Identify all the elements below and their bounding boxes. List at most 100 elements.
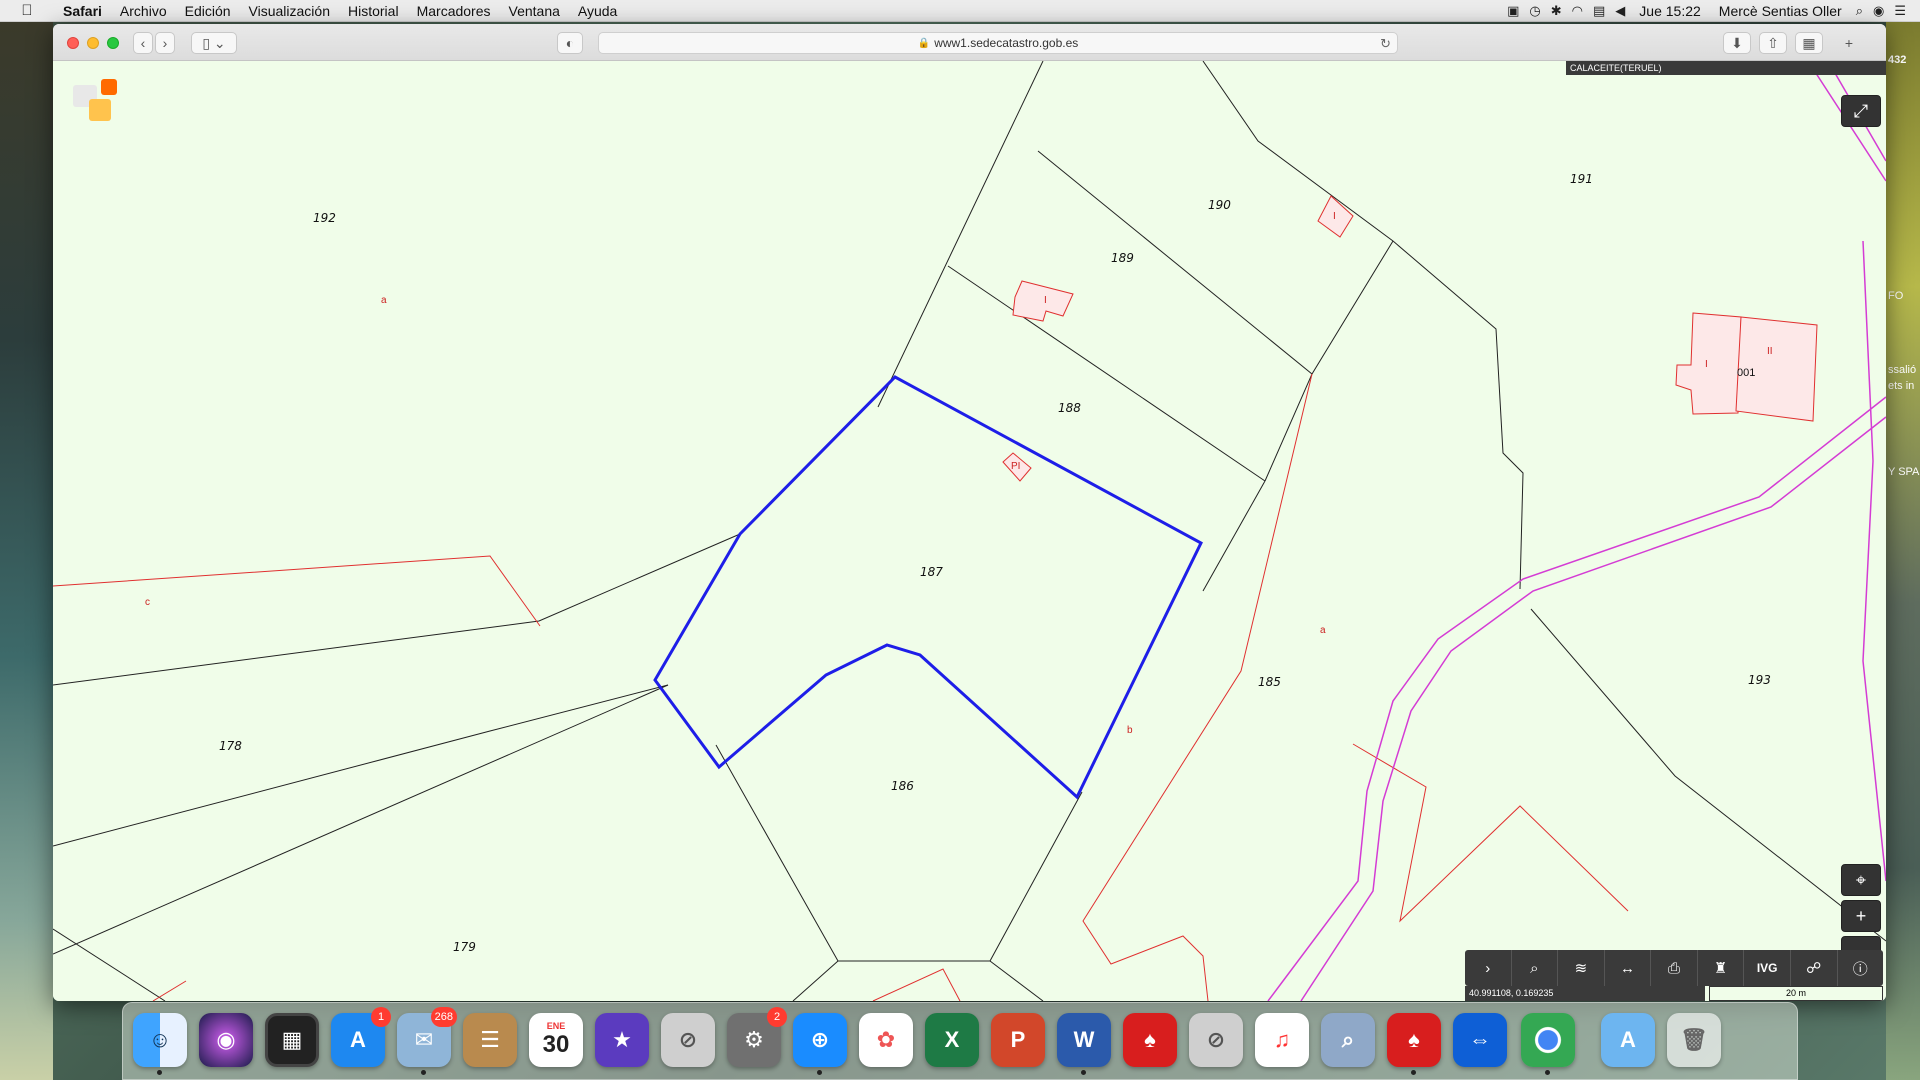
menu-historial[interactable]: Historial — [339, 3, 408, 19]
imovie-icon[interactable]: ★ — [595, 1013, 649, 1067]
time-machine-icon[interactable]: ◷ — [1529, 3, 1540, 19]
acrobat-icon[interactable]: ♠ — [1123, 1013, 1177, 1067]
trash-icon[interactable]: 🗑 — [1667, 1013, 1721, 1067]
clock[interactable]: Jue 15:22 — [1635, 3, 1705, 19]
building-label: 001 — [1737, 367, 1756, 379]
edge-number: 432 — [1888, 54, 1907, 66]
legend-tool-button[interactable]: ♜ — [1698, 950, 1745, 986]
photo-booth-icon[interactable]: ▦ — [265, 1013, 319, 1067]
volume-icon[interactable]: ◀ — [1615, 3, 1625, 19]
zoom-in-button[interactable]: + — [1841, 900, 1881, 932]
parcel-label-178[interactable]: 178 — [219, 739, 242, 753]
downloads-button[interactable]: ⬇ — [1723, 32, 1751, 54]
acrobat-2-icon[interactable]: ♠ — [1387, 1013, 1441, 1075]
close-window-button[interactable] — [67, 37, 79, 49]
parcel-label-190[interactable]: 190 — [1208, 198, 1231, 212]
desktop-text-1: FO — [1888, 290, 1904, 302]
layers-tool-button[interactable]: ≋ — [1558, 950, 1605, 986]
parcel-label-188[interactable]: 188 — [1058, 401, 1081, 415]
share-icon: ☍ — [1806, 960, 1822, 977]
minimize-window-button[interactable] — [87, 37, 99, 49]
address-bar[interactable]: 🔒 www1.sedecatastro.gob.es ↻ — [598, 32, 1398, 54]
desktop-text-4: Y SPA — [1888, 466, 1920, 478]
menu-marcadores[interactable]: Marcadores — [408, 3, 500, 19]
boundary-line — [715, 744, 990, 962]
menu-bar:  Safari Archivo Edición Visualización H… — [0, 0, 1920, 22]
mail-icon[interactable]: ✉ 268 — [397, 1007, 457, 1075]
measure-tool-button[interactable]: ↔ — [1605, 950, 1652, 986]
preview-icon[interactable]: ⌕ — [1321, 1013, 1375, 1067]
spotlight-icon[interactable]: ⌕ — [1856, 3, 1863, 19]
cadastral-map[interactable]: 192 191 190 189 188 187 186 185 178 179 … — [53, 61, 1886, 1001]
maximize-window-button[interactable] — [107, 37, 119, 49]
finder-icon[interactable]: ☺ — [133, 1013, 187, 1075]
info-tool-button[interactable]: ⓘ — [1838, 950, 1884, 986]
search-tool-button[interactable]: ⌕ — [1512, 950, 1559, 986]
system-preferences-icon[interactable]: ⚙ 2 — [727, 1007, 787, 1067]
menu-visualizacion[interactable]: Visualización — [240, 3, 339, 19]
chrome-icon[interactable] — [1521, 1013, 1575, 1075]
buildings — [1002, 195, 1818, 482]
teamviewer-icon[interactable]: ⇔ — [1453, 1013, 1507, 1067]
reload-icon[interactable]: ↻ — [1380, 36, 1391, 52]
apple-icon[interactable]:  — [0, 2, 54, 19]
powerpoint-icon[interactable]: P — [991, 1013, 1045, 1067]
print-tool-button[interactable]: ⎙ — [1651, 950, 1698, 986]
calendar-icon[interactable]: ENE 30 — [529, 1013, 583, 1067]
sidebar-button[interactable]: ▯ ⌄ — [191, 32, 237, 54]
download-icon: ⬇ — [1731, 34, 1743, 51]
tab-overview-button[interactable]: ▦ — [1795, 32, 1823, 54]
mail-badge: 268 — [430, 1007, 457, 1027]
safari-icon[interactable]: ⊕ — [793, 1013, 847, 1075]
user-name[interactable]: Mercè Sentias Oller — [1715, 3, 1846, 19]
expand-tool-button[interactable]: › — [1465, 950, 1512, 986]
notification-center-icon[interactable]: ☰ — [1894, 3, 1906, 19]
share-button[interactable]: ⇧ — [1759, 32, 1787, 54]
siri-app-icon[interactable]: ◉ — [199, 1013, 253, 1067]
menu-ventana[interactable]: Ventana — [500, 3, 569, 19]
privacy-report-button[interactable]: ◐ — [557, 32, 583, 54]
app-store-icon[interactable]: A1 — [331, 1007, 391, 1067]
parcel-layer[interactable] — [53, 61, 1886, 1001]
parcel-label-179[interactable]: 179 — [453, 940, 476, 954]
parcel-label-191[interactable]: 191 — [1570, 172, 1593, 186]
display-icon[interactable]: ▤ — [1593, 3, 1605, 19]
locate-button[interactable]: ⌖ — [1841, 864, 1881, 896]
parcel-label-186[interactable]: 186 — [891, 779, 914, 793]
word-icon[interactable]: W — [1057, 1013, 1111, 1075]
menu-safari[interactable]: Safari — [54, 3, 111, 19]
fullscreen-button[interactable]: ⤢ — [1841, 95, 1881, 127]
catastro-logo-icon[interactable] — [73, 77, 123, 127]
parcel-label-193[interactable]: 193 — [1748, 673, 1771, 687]
building-shape — [1675, 312, 1742, 415]
photos-icon[interactable]: ✿ — [859, 1013, 913, 1067]
parcel-label-189[interactable]: 189 — [1111, 251, 1134, 265]
share-tool-button[interactable]: ☍ — [1791, 950, 1838, 986]
applications-folder-icon[interactable]: A — [1601, 1013, 1655, 1067]
menu-archivo[interactable]: Archivo — [111, 3, 176, 19]
contacts-icon[interactable]: ☰ — [463, 1013, 517, 1067]
parcel-label-185[interactable]: 185 — [1258, 675, 1281, 689]
wifi-icon[interactable]: ◠ — [1572, 3, 1583, 19]
subparcel-line — [1352, 743, 1629, 923]
siri-icon[interactable]: ◉ — [1873, 3, 1884, 19]
excel-icon[interactable]: X — [925, 1013, 979, 1067]
forward-button[interactable]: › — [155, 32, 175, 54]
blocked-app-icon[interactable]: ⊘ — [661, 1013, 715, 1067]
music-icon[interactable]: ♫ — [1255, 1013, 1309, 1067]
screen-icon[interactable]: ▣ — [1507, 3, 1519, 19]
shield-icon: ◐ — [565, 35, 575, 51]
ivg-tool-button[interactable]: IVG — [1744, 950, 1791, 986]
selected-parcel-187[interactable] — [653, 375, 1203, 800]
menu-edicion[interactable]: Edición — [176, 3, 240, 19]
app-store-badge: 1 — [371, 1007, 391, 1027]
bluetooth-icon[interactable]: ✱ — [1551, 3, 1562, 19]
chevron-right-icon: › — [1485, 959, 1491, 977]
print-icon: ⎙ — [1668, 959, 1681, 977]
parcel-label-192[interactable]: 192 — [313, 211, 336, 225]
blocked-app-2-icon[interactable]: ⊘ — [1189, 1013, 1243, 1067]
new-tab-button[interactable]: + — [1835, 32, 1863, 54]
menu-ayuda[interactable]: Ayuda — [569, 3, 626, 19]
back-button[interactable]: ‹ — [133, 32, 153, 54]
parcel-label-187[interactable]: 187 — [920, 565, 943, 579]
